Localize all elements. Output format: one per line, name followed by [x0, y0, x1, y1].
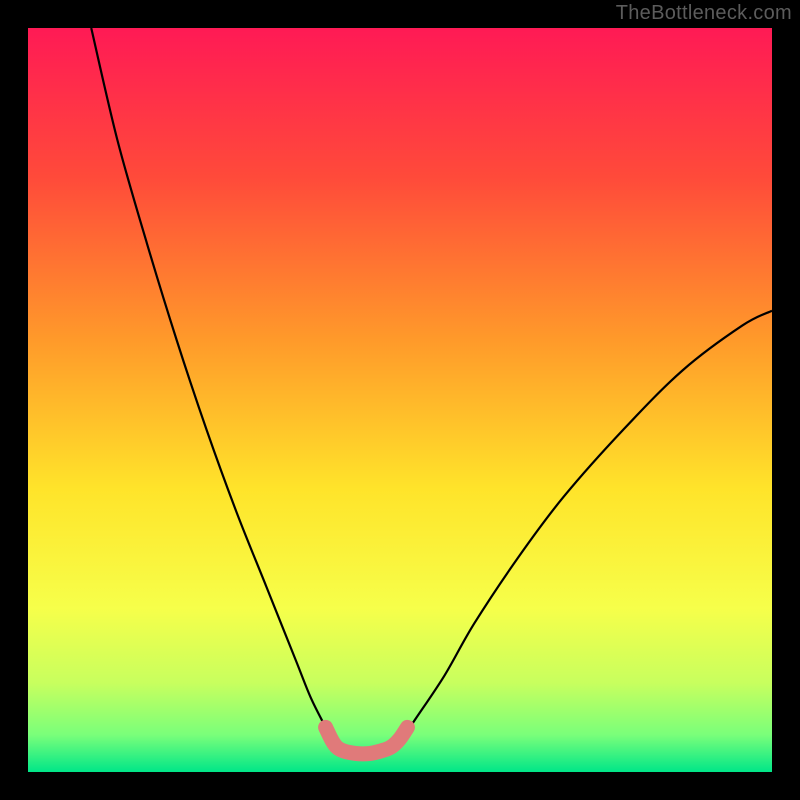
plot-area	[28, 28, 772, 772]
heat-background	[28, 28, 772, 772]
chart-svg	[28, 28, 772, 772]
watermark-text: TheBottleneck.com	[616, 2, 792, 25]
chart-frame: TheBottleneck.com	[0, 0, 800, 800]
